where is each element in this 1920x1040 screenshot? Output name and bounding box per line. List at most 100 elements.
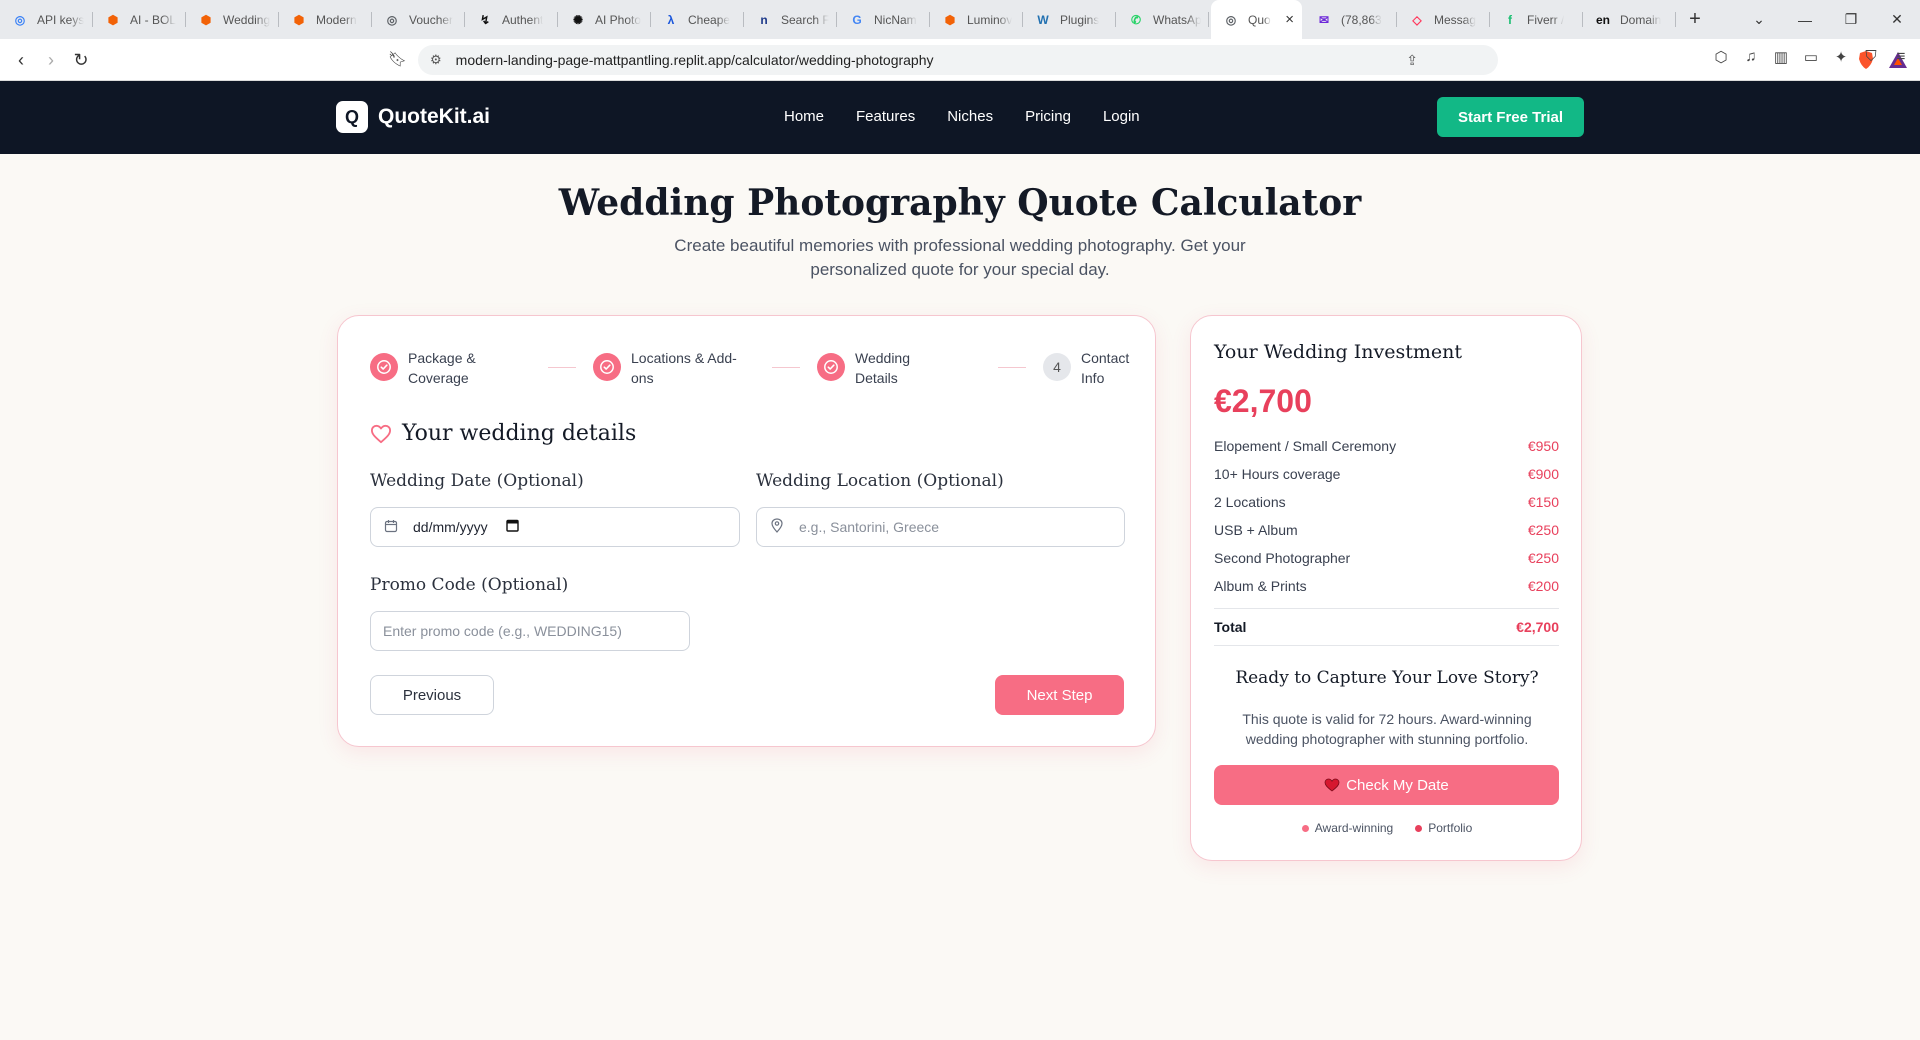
wallet-icon[interactable]: ▭ — [1802, 48, 1820, 70]
line-item-label: 10+ Hours coverage — [1214, 466, 1341, 482]
stepper: Package & Coverage Locations & Add- ons … — [370, 348, 1130, 388]
browser-tab[interactable]: ⬢ Modern — [279, 0, 372, 39]
line-item-amount: €200 — [1527, 578, 1559, 594]
reload-button[interactable]: ↻ — [68, 47, 94, 73]
line-item: 2 Locations €150 — [1214, 488, 1559, 516]
media-icon[interactable]: ♫ — [1742, 48, 1760, 70]
promo-code-label: Promo Code (Optional) — [370, 575, 569, 595]
browser-tab[interactable]: ✺ AI Photo — [558, 0, 651, 39]
step-label: Wedding Details — [855, 350, 911, 386]
forward-button[interactable]: › — [38, 47, 64, 73]
browser-tab[interactable]: ◎ Quo × — [1211, 0, 1302, 39]
minimize-button[interactable]: — — [1782, 12, 1828, 28]
tab-title: Voucher — [409, 12, 454, 27]
heart-icon — [1324, 778, 1340, 792]
step-locations[interactable]: Locations & Add- ons — [593, 348, 737, 388]
start-free-trial-button[interactable]: Start Free Trial — [1437, 97, 1584, 137]
nav-pricing[interactable]: Pricing — [1025, 108, 1071, 125]
browser-tab[interactable]: ⬢ AI - BOL — [93, 0, 186, 39]
back-button[interactable]: ‹ — [8, 47, 34, 73]
vpn-icon[interactable]: ⛉ — [1862, 48, 1880, 70]
date-picker-icon[interactable] — [505, 519, 519, 535]
menu-icon[interactable]: ≡ — [1892, 48, 1910, 70]
summary-line-items: Elopement / Small Ceremony €950 10+ Hours… — [1214, 432, 1559, 646]
tab-list: ◎ API keys ⬢ AI - BOL ⬢ Wedding ⬢ Modern ◎ Vouche… — [0, 0, 1676, 39]
close-window-button[interactable]: ✕ — [1874, 11, 1920, 28]
line-item-amount: €250 — [1527, 550, 1559, 566]
tab-title: Quo — [1248, 12, 1271, 27]
total-label: Total — [1214, 619, 1247, 635]
browser-tab[interactable]: G NicNam — [837, 0, 930, 39]
site-settings-icon[interactable]: ⚙︎ — [430, 52, 442, 68]
whatsapp-icon: ✆ — [1130, 12, 1142, 27]
browser-tab[interactable]: ⬢ Luminov — [930, 0, 1023, 39]
browser-tab[interactable]: ◎ Voucher — [372, 0, 465, 39]
tab-title: NicNam — [874, 12, 917, 27]
bookmark-icon[interactable]: 🔖︎ — [388, 50, 407, 68]
browser-tab[interactable]: f Fiverr / — [1490, 0, 1583, 39]
nav-niches[interactable]: Niches — [947, 108, 993, 125]
step-wedding-details[interactable]: Wedding Details — [817, 348, 910, 388]
browser-tab[interactable]: λ Cheape — [651, 0, 744, 39]
lambda-icon: λ — [667, 12, 675, 27]
browser-tab[interactable]: ◇ Messag — [1397, 0, 1490, 39]
browser-tabbar: ◎ API keys ⬢ AI - BOL ⬢ Wedding ⬢ Modern ◎ Vouche… — [0, 0, 1920, 39]
toolbar-extensions: ⬡ ♫ ▥ ▭ ✦ ⛉ ≡ — [1712, 48, 1910, 70]
tab-title: Authent — [502, 12, 544, 27]
promo-code-field[interactable] — [370, 611, 690, 651]
logo[interactable]: Q QuoteKit.ai — [336, 101, 490, 133]
check-circle-icon — [593, 353, 621, 381]
tab-search-icon[interactable]: ⌄ — [1736, 11, 1782, 28]
line-item: USB + Album €250 — [1214, 516, 1559, 544]
share-icon[interactable]: ⇪ — [1406, 52, 1418, 69]
step-contact[interactable]: 4 Contact Info — [1043, 348, 1129, 388]
browser-tab[interactable]: ↯ Authent — [465, 0, 558, 39]
url-text[interactable]: modern-landing-page-mattpantling.replit.… — [456, 52, 934, 68]
browser-tab[interactable]: n Search F — [744, 0, 837, 39]
restore-button[interactable]: ❐ — [1828, 11, 1874, 28]
browser-tab[interactable]: en Domain — [1583, 0, 1676, 39]
line-item-label: Album & Prints — [1214, 578, 1307, 594]
section-title: Your wedding details — [370, 421, 636, 446]
wedding-location-input[interactable] — [799, 519, 1119, 535]
dot-icon — [1415, 824, 1423, 832]
browser-tab[interactable]: ✆ WhatsAp — [1116, 0, 1209, 39]
replit-icon: ⬢ — [200, 12, 212, 27]
close-tab-icon[interactable]: × — [1285, 11, 1294, 28]
leo-ai-icon[interactable]: ✦ — [1832, 48, 1850, 70]
browser-tab[interactable]: W Plugins — [1023, 0, 1116, 39]
nav-home[interactable]: Home — [784, 108, 824, 125]
step-label: Locations & Add- ons — [631, 350, 737, 386]
wedding-date-label: Wedding Date (Optional) — [370, 471, 584, 491]
browser-tab[interactable]: ✉ (78,863 — [1304, 0, 1397, 39]
next-step-button[interactable]: Next Step — [995, 675, 1124, 715]
wedding-location-field[interactable] — [756, 507, 1125, 547]
logo-text: QuoteKit.ai — [378, 105, 491, 128]
step-label: Package & Coverage — [408, 350, 476, 386]
check-circle-icon — [370, 353, 398, 381]
section-title-text: Your wedding details — [402, 421, 637, 446]
line-item-label: Elopement / Small Ceremony — [1214, 438, 1397, 454]
window-controls: ⌄ — ❐ ✕ — [1736, 0, 1920, 39]
new-tab-button[interactable]: + — [1676, 0, 1714, 39]
sidebar-icon[interactable]: ▥ — [1772, 48, 1790, 70]
promo-code-input[interactable] — [383, 623, 679, 639]
line-item: Elopement / Small Ceremony €950 — [1214, 432, 1559, 460]
line-item-label: USB + Album — [1214, 522, 1298, 538]
n-icon: n — [760, 12, 768, 27]
dot-icon — [1301, 824, 1309, 832]
browser-tab[interactable]: ◎ API keys — [0, 0, 93, 39]
extensions-icon[interactable]: ⬡ — [1712, 48, 1730, 70]
browser-tab[interactable]: ⬢ Wedding — [186, 0, 279, 39]
step-package[interactable]: Package & Coverage — [370, 348, 476, 388]
check-my-date-button[interactable]: Check My Date — [1214, 765, 1559, 805]
address-bar[interactable]: ⚙︎ modern-landing-page-mattpantling.repl… — [418, 45, 1907, 75]
previous-button[interactable]: Previous — [370, 675, 494, 715]
nav-login[interactable]: Login — [1103, 108, 1140, 125]
nav-features[interactable]: Features — [856, 108, 915, 125]
badge-award-winning: Award-winning — [1301, 821, 1393, 835]
address-toolbar: ‹ › ↻ 🔖︎ ⚙︎ modern-landing-page-mattpant… — [0, 39, 1920, 81]
badge-portfolio: Portfolio — [1415, 821, 1472, 835]
wedding-date-field[interactable]: dd/mm/yyyy — [370, 507, 740, 547]
tab-title: Modern — [316, 12, 357, 27]
